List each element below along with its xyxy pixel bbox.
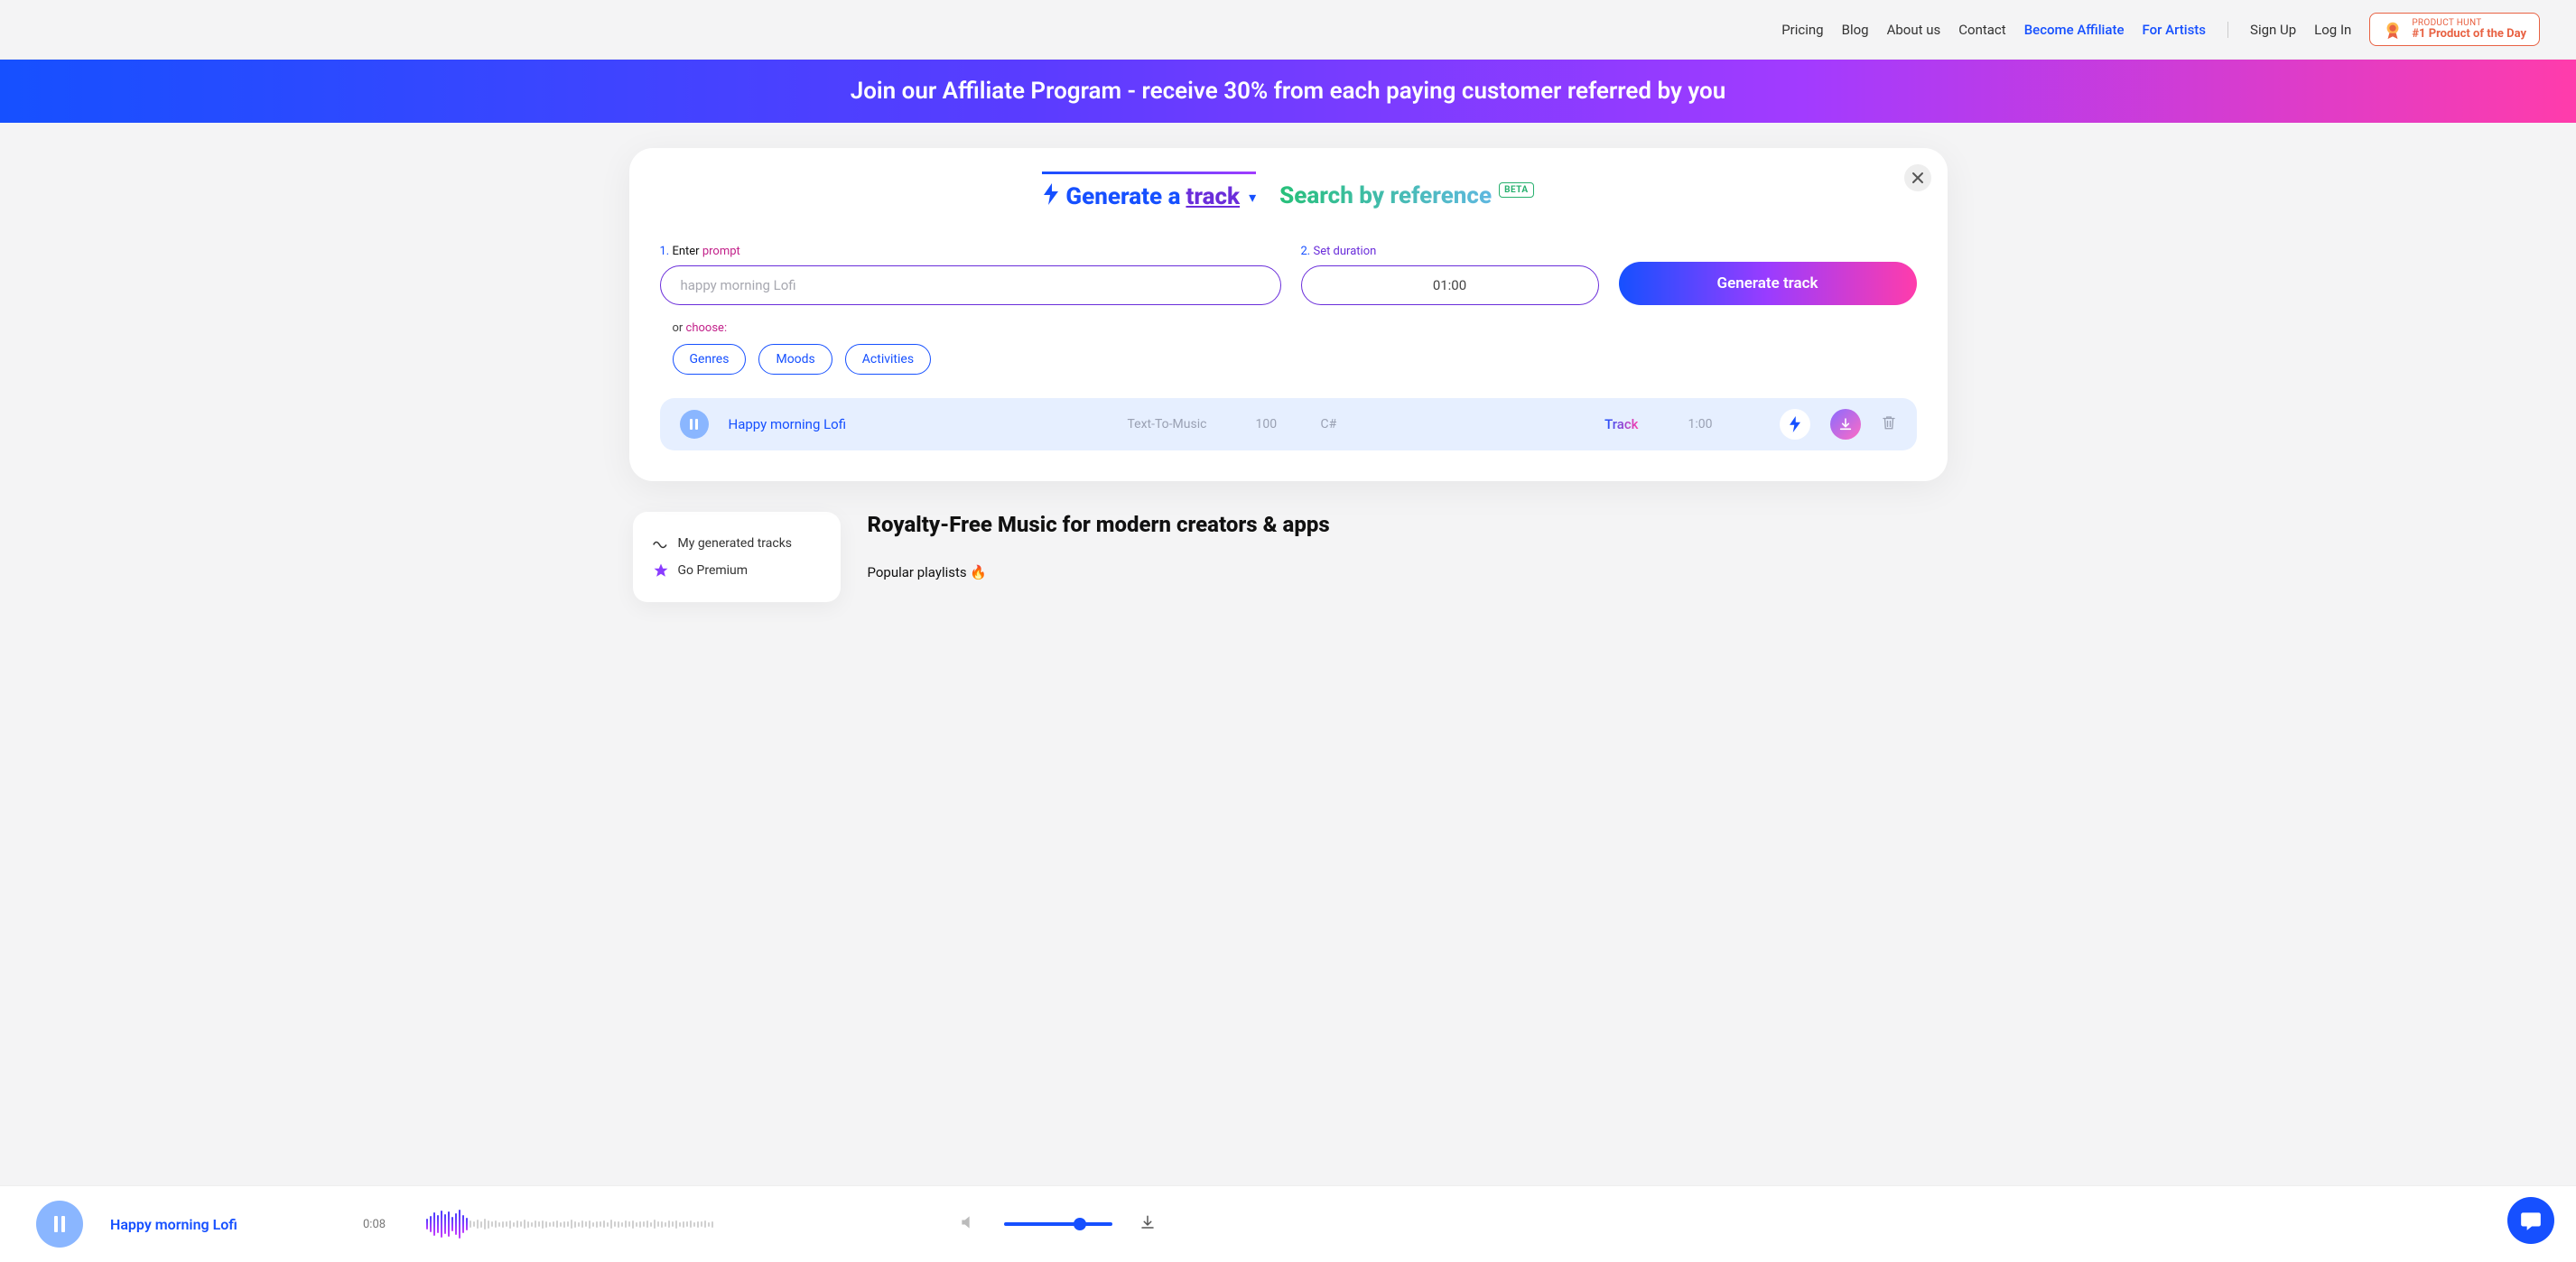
tab-generate-track[interactable]: Generate a track ▾ (1042, 172, 1256, 210)
close-icon (1911, 172, 1924, 184)
prompt-label: 1. Enter prompt (660, 245, 1281, 258)
duration-selector[interactable]: 01:00 (1301, 265, 1599, 305)
volume-icon[interactable] (959, 1213, 977, 1235)
track-play-button[interactable] (680, 410, 709, 439)
volume-slider[interactable] (1004, 1222, 1112, 1226)
pause-icon (690, 419, 698, 430)
medal-icon (2383, 20, 2403, 40)
track-title[interactable]: Happy morning Lofi (729, 416, 1108, 432)
wave-icon (653, 535, 669, 552)
track-type: Track (1604, 416, 1638, 432)
ph-big-text: #1 Product of the Day (2412, 28, 2526, 40)
track-bpm: 100 (1256, 417, 1301, 431)
chat-icon (2519, 1209, 2543, 1232)
generate-button[interactable]: Generate track (1619, 262, 1917, 305)
sidebar-my-tracks[interactable]: My generated tracks (653, 530, 821, 557)
trash-icon (1881, 414, 1897, 431)
beta-badge: BETA (1499, 182, 1534, 198)
waveform[interactable] (426, 1206, 932, 1242)
nav-become-affiliate[interactable]: Become Affiliate (2024, 22, 2125, 38)
chevron-down-icon[interactable]: ▾ (1249, 189, 1256, 206)
chip-moods[interactable]: Moods (758, 344, 832, 375)
nav-about[interactable]: About us (1887, 22, 1941, 38)
bolt-icon (1042, 183, 1060, 210)
tab-generate-label: Generate a (1065, 183, 1180, 210)
generated-track-row: Happy morning Lofi Text-To-Music 100 C# … (660, 398, 1917, 450)
tab-search-label: Search by reference (1279, 182, 1492, 209)
track-source: Text-To-Music (1128, 417, 1236, 431)
nav-contact[interactable]: Contact (1958, 22, 2005, 38)
generator-card: Generate a track ▾ Search by reference B… (629, 148, 1948, 481)
chip-activities[interactable]: Activities (845, 344, 931, 375)
star-icon (653, 562, 669, 579)
prompt-input[interactable] (660, 265, 1281, 305)
nav-pricing[interactable]: Pricing (1781, 22, 1823, 38)
nav-for-artists[interactable]: For Artists (2143, 22, 2207, 38)
sidebar-label: Go Premium (678, 563, 749, 578)
duration-label: 2. Set duration (1301, 245, 1599, 258)
pause-icon (54, 1216, 65, 1232)
player-download-button[interactable] (1139, 1214, 1156, 1234)
popular-playlists-label: Popular playlists 🔥 (868, 564, 1330, 580)
or-choose-label: or choose: (673, 321, 1917, 335)
player-time: 0:08 (363, 1218, 399, 1231)
sidebar-label: My generated tracks (678, 536, 793, 551)
top-nav: Pricing Blog About us Contact Become Aff… (0, 0, 2576, 60)
chip-genres[interactable]: Genres (673, 344, 747, 375)
product-hunt-badge[interactable]: PRODUCT HUNT #1 Product of the Day (2369, 13, 2540, 46)
bolt-icon (1788, 416, 1802, 432)
tab-generate-accent[interactable]: track (1186, 183, 1240, 210)
delete-button[interactable] (1881, 414, 1897, 434)
player-play-button[interactable] (36, 1201, 83, 1248)
nav-login[interactable]: Log In (2314, 22, 2351, 38)
download-button[interactable] (1830, 409, 1861, 440)
nav-blog[interactable]: Blog (1842, 22, 1869, 38)
nav-signup[interactable]: Sign Up (2250, 22, 2296, 38)
track-duration: 1:00 (1659, 417, 1713, 431)
close-button[interactable] (1904, 164, 1931, 191)
audio-player: Happy morning Lofi 0:08 (0, 1185, 2576, 1262)
sidebar-go-premium[interactable]: Go Premium (653, 557, 821, 584)
chat-widget[interactable] (2507, 1197, 2554, 1244)
tab-search-reference[interactable]: Search by reference BETA (1279, 173, 1533, 209)
sidebar: My generated tracks Go Premium (633, 512, 841, 602)
nav-separator (2227, 22, 2228, 38)
track-key: C# (1321, 417, 1366, 431)
regenerate-button[interactable] (1780, 409, 1810, 440)
download-icon (1838, 417, 1853, 431)
download-icon (1139, 1214, 1156, 1230)
affiliate-banner[interactable]: Join our Affiliate Program - receive 30%… (0, 60, 2576, 123)
now-playing-title[interactable]: Happy morning Lofi (110, 1216, 336, 1233)
page-heading: Royalty-Free Music for modern creators &… (868, 512, 1330, 537)
